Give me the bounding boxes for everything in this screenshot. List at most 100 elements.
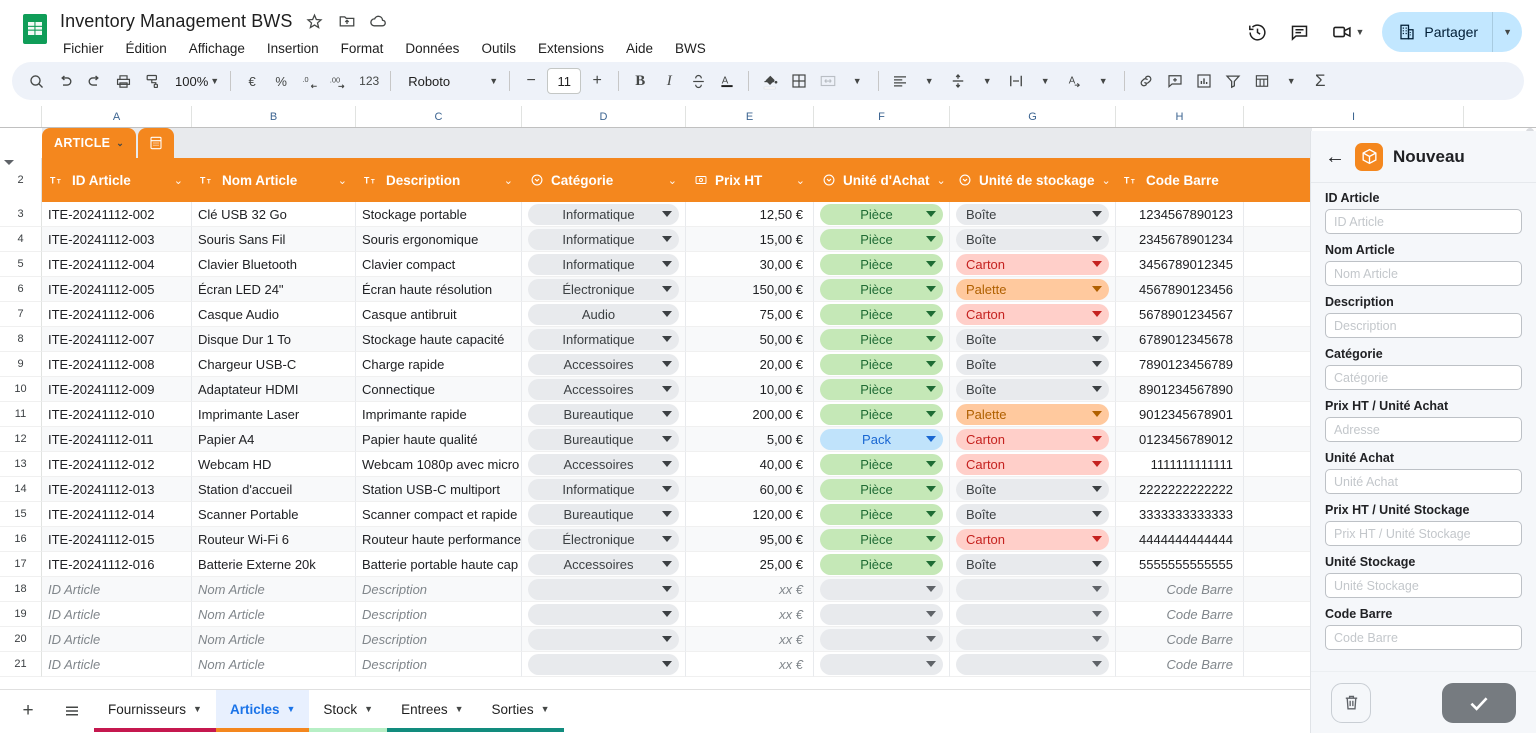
cell-unite-achat[interactable]: Pièce <box>814 552 950 577</box>
row-number[interactable]: 15 <box>0 502 42 527</box>
column-header-c[interactable]: C <box>356 106 522 127</box>
cell-nom-article[interactable]: Chargeur USB-C <box>192 352 356 377</box>
table-row[interactable]: 15 ITE-20241112-014 Scanner Portable Scanne… <box>0 502 1536 527</box>
cell-nom-article[interactable]: Nom Article <box>192 627 356 652</box>
cell-id-article[interactable]: ITE-20241112-004 <box>42 252 192 277</box>
form-field-input[interactable] <box>1325 365 1522 390</box>
dropdown-chip[interactable]: Électronique <box>528 278 679 300</box>
merge-cells-icon[interactable] <box>814 67 842 95</box>
dropdown-chip[interactable]: Boîte <box>956 353 1109 375</box>
row-number[interactable]: 14 <box>0 477 42 502</box>
cell-code-barre[interactable]: Code Barre <box>1116 627 1244 652</box>
dropdown-chip[interactable] <box>820 628 943 650</box>
chevron-down-icon[interactable]: ⌄ <box>668 174 677 187</box>
dropdown-chip[interactable]: Pièce <box>820 553 943 575</box>
insert-chart-icon[interactable] <box>1190 67 1218 95</box>
cell-nom-article[interactable]: Clé USB 32 Go <box>192 202 356 227</box>
dropdown-chip[interactable]: Accessoires <box>528 378 679 400</box>
column-header-h[interactable]: H <box>1116 106 1244 127</box>
dropdown-chip[interactable]: Informatique <box>528 478 679 500</box>
cell-nom-article[interactable]: Adaptateur HDMI <box>192 377 356 402</box>
cell-categorie[interactable]: Informatique <box>522 327 686 352</box>
chevron-down-icon[interactable] <box>1092 311 1102 317</box>
col-header-unite-stockage[interactable]: Unité de stockage ⌄ <box>950 158 1116 202</box>
dropdown-chip[interactable]: Pièce <box>820 328 943 350</box>
col-header-description[interactable]: TT Description ⌄ <box>356 158 522 202</box>
table-row[interactable]: 5 ITE-20241112-004 Clavier Bluetooth Clavie… <box>0 252 1536 277</box>
cell-unite-stockage[interactable]: Boîte <box>950 502 1116 527</box>
chevron-down-icon[interactable]: ▼ <box>193 704 202 714</box>
cell-id-article[interactable]: ITE-20241112-009 <box>42 377 192 402</box>
dropdown-chip[interactable]: Pièce <box>820 278 943 300</box>
cell-unite-stockage[interactable]: Palette <box>950 277 1116 302</box>
menu-item-donnees[interactable]: Données <box>402 39 462 58</box>
dropdown-chip[interactable]: Audio <box>528 303 679 325</box>
cell-id-article[interactable]: ID Article <box>42 627 192 652</box>
cell-unite-achat[interactable] <box>814 602 950 627</box>
chevron-down-icon[interactable] <box>1092 586 1102 592</box>
cell-description[interactable]: Description <box>356 602 522 627</box>
sheet-tab-articles[interactable]: Articles ▼ <box>215 690 310 732</box>
cell-nom-article[interactable]: Clavier Bluetooth <box>192 252 356 277</box>
functions-table-icon[interactable] <box>1248 67 1276 95</box>
fill-color-icon[interactable] <box>756 67 784 95</box>
cell-unite-stockage[interactable] <box>950 577 1116 602</box>
sheet-tab-sorties[interactable]: Sorties ▼ <box>477 690 564 732</box>
chevron-down-icon[interactable]: ▼ <box>541 704 550 714</box>
dropdown-chip[interactable]: Pack <box>820 428 943 450</box>
cell-prix-ht[interactable]: xx € <box>686 627 814 652</box>
chevron-down-icon[interactable] <box>1092 561 1102 567</box>
chevron-down-icon[interactable] <box>926 336 936 342</box>
row-number[interactable]: 12 <box>0 427 42 452</box>
cell-unite-achat[interactable] <box>814 652 950 677</box>
cell-nom-article[interactable]: Écran LED 24" <box>192 277 356 302</box>
decrease-decimal-button[interactable]: .0 <box>296 67 324 95</box>
chevron-down-icon[interactable] <box>926 286 936 292</box>
format-currency-button[interactable]: € <box>238 67 266 95</box>
table-row[interactable]: 13 ITE-20241112-012 Webcam HD Webcam 1080p … <box>0 452 1536 477</box>
text-wrap-icon[interactable] <box>1002 67 1030 95</box>
table-row[interactable]: 9 ITE-20241112-008 Chargeur USB-C Charge ra… <box>0 352 1536 377</box>
select-all-corner[interactable] <box>0 106 42 127</box>
chevron-down-icon[interactable] <box>926 211 936 217</box>
cell-unite-stockage[interactable] <box>950 602 1116 627</box>
all-sheets-icon[interactable] <box>50 690 94 732</box>
font-family-selector[interactable]: Roboto ▼ <box>398 67 502 95</box>
dropdown-chip[interactable]: Informatique <box>528 228 679 250</box>
row-number[interactable]: 5 <box>0 252 42 277</box>
dropdown-chip[interactable]: Bureautique <box>528 403 679 425</box>
cell-description[interactable]: Souris ergonomique <box>356 227 522 252</box>
menu-item-extensions[interactable]: Extensions <box>535 39 607 58</box>
cell-id-article[interactable]: ID Article <box>42 577 192 602</box>
cell-description[interactable]: Charge rapide <box>356 352 522 377</box>
chevron-down-icon[interactable] <box>662 211 672 217</box>
chevron-down-icon[interactable] <box>926 311 936 317</box>
sheet-tab-fournisseurs[interactable]: Fournisseurs ▼ <box>94 690 216 732</box>
cell-prix-ht[interactable]: 5,00 € <box>686 427 814 452</box>
menu-item-bws[interactable]: BWS <box>672 39 709 58</box>
table-row[interactable]: 7 ITE-20241112-006 Casque Audio Casque anti… <box>0 302 1536 327</box>
chevron-down-icon[interactable] <box>662 611 672 617</box>
cell-prix-ht[interactable]: 12,50 € <box>686 202 814 227</box>
col-header-nom-article[interactable]: TT Nom Article ⌄ <box>192 158 356 202</box>
menu-item-affichage[interactable]: Affichage <box>186 39 248 58</box>
cell-id-article[interactable]: ITE-20241112-002 <box>42 202 192 227</box>
chevron-down-icon[interactable] <box>926 661 936 667</box>
cell-unite-stockage[interactable]: Boîte <box>950 202 1116 227</box>
chevron-down-icon[interactable] <box>926 236 936 242</box>
dropdown-chip[interactable] <box>956 628 1109 650</box>
cell-categorie[interactable]: Informatique <box>522 477 686 502</box>
dropdown-chip[interactable]: Pièce <box>820 303 943 325</box>
cell-id-article[interactable]: ITE-20241112-014 <box>42 502 192 527</box>
horizontal-align-icon[interactable] <box>886 67 914 95</box>
chevron-down-icon[interactable] <box>926 386 936 392</box>
chevron-down-icon[interactable] <box>662 286 672 292</box>
cell-id-article[interactable]: ITE-20241112-006 <box>42 302 192 327</box>
cell-code-barre[interactable]: Code Barre <box>1116 602 1244 627</box>
cell-id-article[interactable]: ID Article <box>42 652 192 677</box>
chevron-down-icon[interactable] <box>662 561 672 567</box>
cell-nom-article[interactable]: Disque Dur 1 To <box>192 327 356 352</box>
bold-button[interactable]: B <box>626 67 654 95</box>
table-row[interactable]: 20 ID Article Nom Article Description xx € Co… <box>0 627 1536 652</box>
cell-code-barre[interactable]: 2222222222222 <box>1116 477 1244 502</box>
